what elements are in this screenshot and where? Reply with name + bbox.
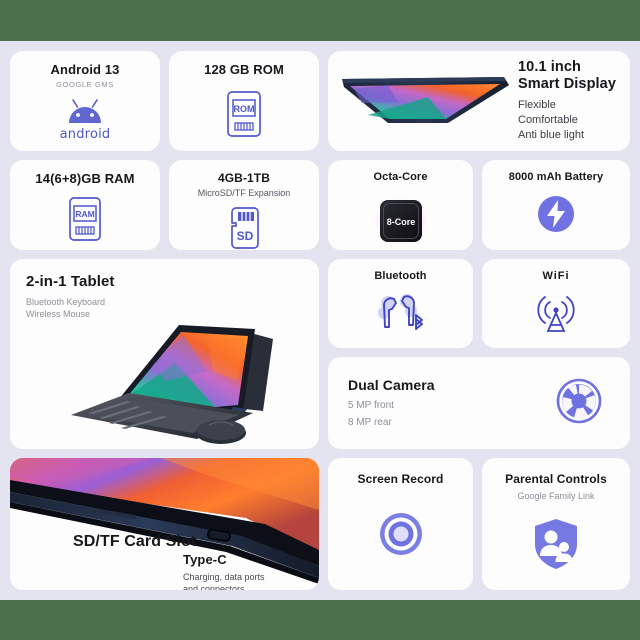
rom-chip-icon: ROM [169,90,319,138]
card-rom[interactable]: 128 GB ROM ROM [169,51,319,151]
sd-card-icon: SD [169,206,319,250]
feature-grid-frame: Android 13 GOOGLE GMS android 128 GB ROM [0,41,640,600]
battery-bolt-icon [482,195,630,233]
svg-text:SD: SD [237,229,254,243]
record-title: Screen Record [357,472,444,486]
wifi-antenna-icon [482,289,630,335]
sd-title: 4GB-1TB [217,171,271,185]
wifi-title: WiFi [542,270,570,282]
sd-subtitle: MicroSD/TF Expansion [197,188,291,199]
feature-grid: Android 13 GOOGLE GMS android 128 GB ROM [10,51,630,590]
card-wifi[interactable]: WiFi [482,259,630,348]
tablet-edge-ports-photo [10,458,319,590]
card-screen-record[interactable]: Screen Record [328,458,473,590]
card-2in1-tablet[interactable]: 2-in-1 Tablet Bluetooth Keyboard Wireles… [10,259,319,449]
card-ports[interactable]: SD/TF Card Slot Type-C Charging, data po… [10,458,319,590]
tablet-display-photo [328,51,518,151]
display-title-line1: 10.1 inch [518,59,581,76]
card-battery[interactable]: 8000 mAh Battery [482,160,630,250]
card-android[interactable]: Android 13 GOOGLE GMS android [10,51,160,151]
battery-title: 8000 mAh Battery [508,171,604,183]
family-shield-icon [533,518,579,570]
ram-title: 14(6+8)GB RAM [35,171,135,186]
parental-title: Parental Controls [505,472,607,486]
card-sd-expansion[interactable]: 4GB-1TB MicroSD/TF Expansion SD [169,160,319,250]
card-smart-display[interactable]: 10.1 inch Smart Display Flexible Comfort… [328,51,630,151]
tablet-title: 2-in-1 Tablet [26,273,115,290]
display-feature-2: Anti blue light [518,129,585,142]
ram-chip-icon: RAM [10,196,160,242]
camera-feature-0: 5 MP front [348,400,394,412]
ports-subtitle-line1: Charging, data ports [183,572,265,583]
card-parental-controls[interactable]: Parental Controls Google Family Link [482,458,630,590]
parental-subtitle: Google Family Link [517,491,595,502]
cpu-chip-icon: 8-Core [328,193,473,249]
earbuds-bluetooth-icon [328,289,473,341]
camera-feature-1: 8 MP rear [348,416,392,428]
svg-text:8-Core: 8-Core [386,217,415,227]
android-robot-icon [10,98,160,126]
ports-typec-label: Type-C [183,552,227,567]
bluetooth-title: Bluetooth [374,270,427,282]
android-subtitle: GOOGLE GMS [56,80,114,90]
screen-record-icon [379,512,423,556]
ports-subtitle-line2: and connectors [183,584,245,590]
camera-title: Dual Camera [348,376,435,393]
card-bluetooth[interactable]: Bluetooth [328,259,473,348]
tablet-feature-0: Bluetooth Keyboard [26,296,106,307]
rom-title: 128 GB ROM [204,62,284,77]
display-feature-0: Flexible [518,99,556,112]
svg-text:ROM: ROM [234,104,255,114]
android-wordmark: android [59,127,111,143]
svg-text:RAM: RAM [75,209,94,219]
card-ram[interactable]: 14(6+8)GB RAM RAM [10,160,160,250]
display-feature-1: Comfortable [518,114,578,127]
android-title: Android 13 [50,62,120,77]
card-dual-camera[interactable]: Dual Camera 5 MP front 8 MP rear [328,357,630,449]
camera-aperture-icon [556,378,602,429]
octa-title: Octa-Core [373,171,428,183]
ports-sd-slot-label: SD/TF Card Slot [73,533,197,550]
display-title-line2: Smart Display [518,76,617,93]
card-octa-core[interactable]: Octa-Core 8-Core [328,160,473,250]
